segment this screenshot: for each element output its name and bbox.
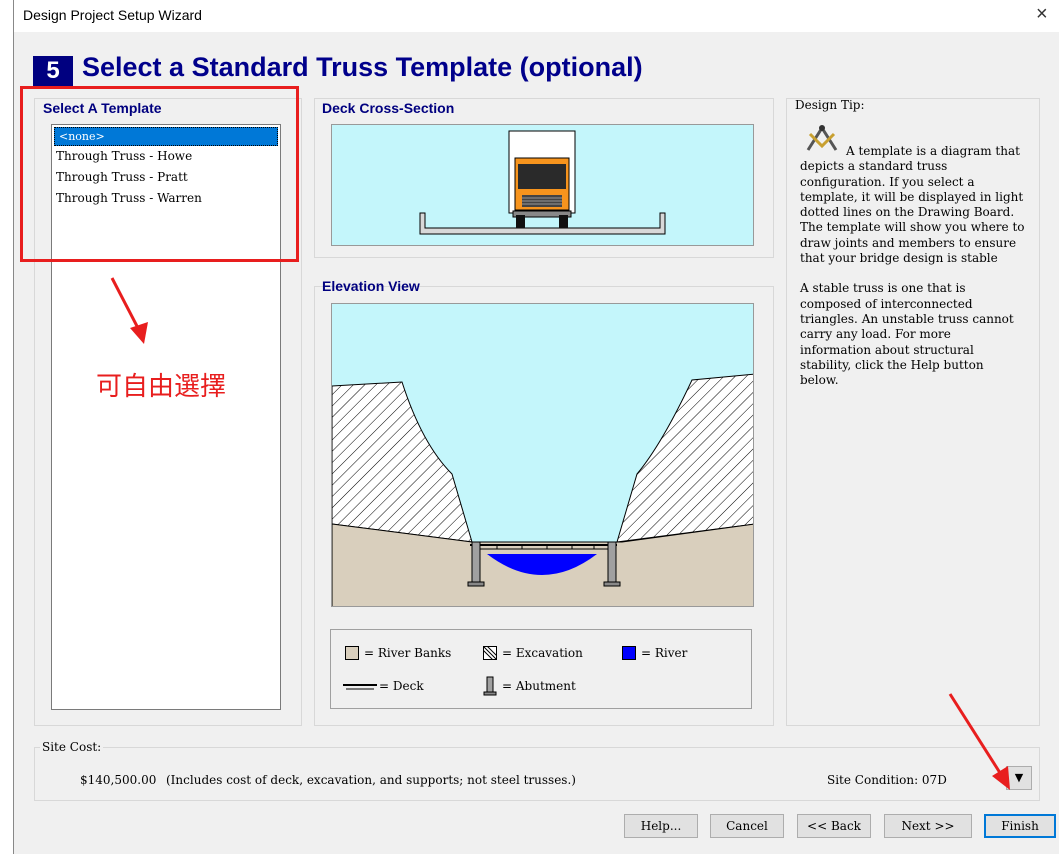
excavation-swatch xyxy=(483,646,497,660)
legend-river: = River xyxy=(641,646,688,660)
canyon-illustration xyxy=(332,373,753,606)
deck-cross-section-view xyxy=(331,124,754,246)
finish-button[interactable]: Finish xyxy=(984,814,1056,838)
design-tip-paragraph-2: A stable truss is one that is composed o… xyxy=(800,281,1014,388)
back-button[interactable]: << Back xyxy=(797,814,871,838)
annotation-arrow-to-finish-icon xyxy=(948,693,1010,790)
cancel-button[interactable]: Cancel xyxy=(710,814,784,838)
elevation-view xyxy=(331,303,754,607)
river-swatch xyxy=(622,646,636,660)
legend xyxy=(330,629,752,709)
site-cost-note: (Includes cost of deck, excavation, and … xyxy=(166,773,576,787)
river-banks-swatch xyxy=(345,646,359,660)
deck-section-title: Deck Cross-Section xyxy=(322,100,455,116)
step-number-badge: 5 xyxy=(33,56,73,86)
help-button[interactable]: Help... xyxy=(624,814,698,838)
legend-deck: = Deck xyxy=(379,679,424,693)
design-tip-paragraph-1: A template is a diagram that depicts a s… xyxy=(800,144,1025,266)
window-title: Design Project Setup Wizard xyxy=(23,7,202,23)
next-button[interactable]: Next >> xyxy=(884,814,972,838)
site-cost-amount: $140,500.00 xyxy=(80,773,157,787)
site-cost-label: Site Cost: xyxy=(40,740,104,754)
close-icon[interactable]: × xyxy=(1036,4,1048,24)
design-tip-text: A template is a diagram that depicts a s… xyxy=(800,144,1025,388)
abutment-symbol-icon xyxy=(483,676,497,696)
deck-symbol-icon xyxy=(343,684,377,690)
page-title: Select a Standard Truss Template (option… xyxy=(82,52,643,82)
site-condition-label: Site Condition: 07D xyxy=(827,773,947,787)
annotation-text: 可自由選擇 xyxy=(96,372,227,402)
legend-river-banks: = River Banks xyxy=(364,646,452,660)
legend-excavation: = Excavation xyxy=(502,646,583,660)
elevation-title: Elevation View xyxy=(322,278,420,294)
truck-on-deck-illustration xyxy=(419,130,666,235)
annotation-arrow-down-icon xyxy=(110,277,148,344)
design-tip-title: Design Tip: xyxy=(795,98,865,112)
legend-abutment: = Abutment xyxy=(502,679,576,693)
annotation-highlight-box xyxy=(20,86,299,262)
